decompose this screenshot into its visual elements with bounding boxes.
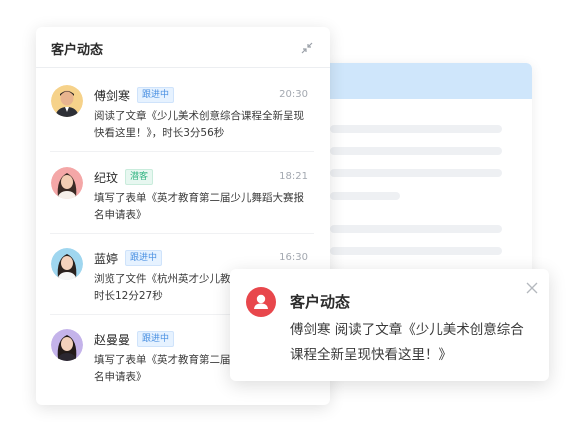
activity-description: 填写了表单《英才教育第二届少儿舞蹈大赛报名申请表》 xyxy=(94,192,304,221)
timestamp: 16:30 xyxy=(279,252,308,263)
background-card xyxy=(316,63,532,298)
notification-popup[interactable]: 客户动态 傅剑寒 阅读了文章《少儿美术创意综合课程全新呈现快看这里！》 xyxy=(230,269,549,381)
avatar xyxy=(51,329,83,361)
placeholder-line xyxy=(330,125,502,133)
timestamp: 20:30 xyxy=(279,89,308,100)
notification-body: 傅剑寒 阅读了文章《少儿美术创意综合课程全新呈现快看这里！》 xyxy=(290,322,524,363)
panel-title: 客户动态 xyxy=(51,43,104,58)
user-icon xyxy=(246,287,276,317)
placeholder-line xyxy=(330,169,502,177)
collapse-icon[interactable] xyxy=(300,40,314,54)
customer-name: 赵曼曼 xyxy=(94,333,131,347)
placeholder-line xyxy=(330,192,400,200)
status-badge: 跟进中 xyxy=(137,87,175,103)
placeholder-line xyxy=(330,247,502,255)
activity-item[interactable]: 纪玟 潜客 18:21 填写了表单《英才教育第二届少儿舞蹈大赛报名申请表》 xyxy=(36,167,314,237)
customer-name: 蓝婷 xyxy=(94,252,119,266)
customer-name: 傅剑寒 xyxy=(94,89,131,103)
customer-name: 纪玟 xyxy=(94,171,119,185)
placeholder-line xyxy=(330,225,502,233)
avatar xyxy=(51,248,83,280)
avatar xyxy=(51,167,83,199)
background-card-header xyxy=(316,63,532,99)
placeholder-line xyxy=(330,147,502,155)
activity-description: 阅读了文章《少儿美术创意综合课程全新呈现快看这里！》，时长3分56秒 xyxy=(94,110,304,139)
divider xyxy=(50,233,314,234)
status-badge: 跟进中 xyxy=(137,331,175,347)
panel-header: 客户动态 xyxy=(36,27,330,68)
close-icon[interactable] xyxy=(525,280,539,294)
avatar xyxy=(51,85,83,117)
notification-title: 客户动态 xyxy=(290,293,351,311)
timestamp: 18:21 xyxy=(279,171,308,182)
status-badge: 跟进中 xyxy=(125,250,163,266)
activity-item[interactable]: 傅剑寒 跟进中 20:30 阅读了文章《少儿美术创意综合课程全新呈现快看这里！》… xyxy=(36,85,314,155)
divider xyxy=(50,151,314,152)
status-badge: 潜客 xyxy=(125,169,154,185)
